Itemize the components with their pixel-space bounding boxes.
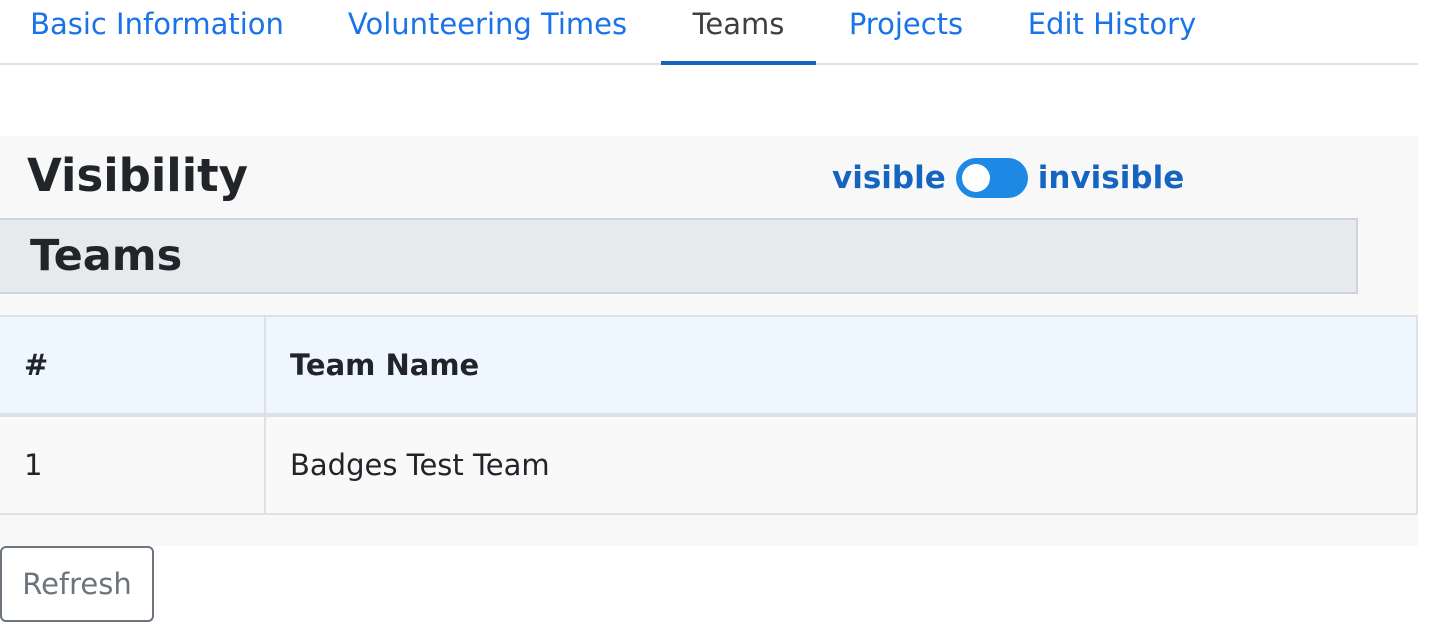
tab-volunteering-times[interactable]: Volunteering Times (314, 0, 661, 65)
column-header-team-name: Team Name (264, 315, 1418, 417)
team-name-cell: Badges Test Team (264, 414, 1418, 515)
invisible-label: invisible (1037, 160, 1185, 196)
table-header-row: # Team Name (0, 315, 1418, 417)
teams-section-title: Teams (30, 231, 183, 281)
column-header-team-name-label: Team Name (290, 348, 480, 382)
teams-table: # Team Name 1 Badges Test Team (0, 315, 1418, 515)
teams-card: Visibility visible invisible Teams # Tea… (0, 136, 1418, 546)
visibility-title: Visibility (27, 149, 249, 202)
tab-projects[interactable]: Projects (816, 0, 996, 65)
tab-basic-information[interactable]: Basic Information (0, 0, 314, 65)
visibility-switch[interactable] (955, 158, 1028, 198)
visibility-toggle-group: visible invisible (832, 156, 1184, 200)
row-number: 1 (24, 448, 43, 482)
switch-knob (961, 164, 990, 192)
tab-teams[interactable]: Teams (661, 0, 816, 65)
column-header-number-label: # (24, 348, 49, 382)
table-row: 1 Badges Test Team (0, 414, 1418, 515)
column-header-number: # (0, 315, 266, 417)
refresh-button[interactable]: Refresh (0, 546, 154, 622)
visible-label: visible (832, 160, 946, 196)
teams-section-header: Teams (0, 218, 1358, 294)
tab-bar: Basic Information Volunteering Times Tea… (0, 0, 1418, 65)
team-name: Badges Test Team (290, 448, 550, 482)
tab-edit-history[interactable]: Edit History (996, 0, 1228, 65)
row-number-cell: 1 (0, 414, 266, 515)
